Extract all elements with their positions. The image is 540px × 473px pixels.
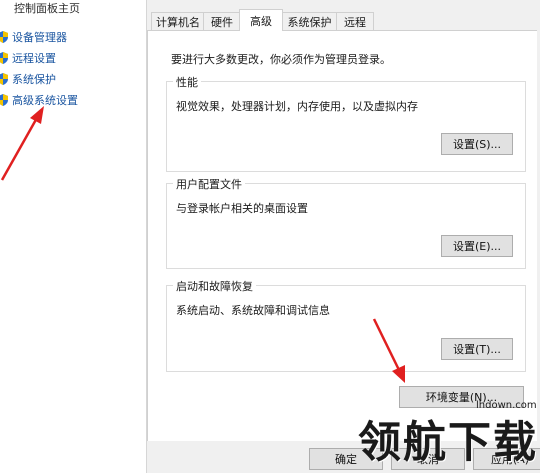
- shield-icon: [0, 31, 8, 43]
- tab-advanced[interactable]: 高级: [239, 9, 283, 31]
- sidebar-item-label: 系统保护: [12, 73, 56, 86]
- tab-remote[interactable]: 远程: [336, 12, 374, 31]
- sidebar-item-label: 高级系统设置: [12, 94, 78, 107]
- user-profiles-group: 用户配置文件 与登录帐户相关的桌面设置 设置(E)...: [166, 176, 526, 269]
- group-description: 系统启动、系统故障和调试信息: [176, 304, 330, 317]
- advanced-tab-page: 要进行大多数更改，你必须作为管理员登录。 性能 视觉效果，处理器计划，内存使用，…: [147, 30, 537, 442]
- sidebar-item-device-manager[interactable]: 设备管理器: [0, 29, 67, 45]
- startup-recovery-settings-button[interactable]: 设置(T)...: [441, 338, 513, 360]
- sidebar-item-label: 设备管理器: [12, 31, 67, 44]
- control-panel-home-link[interactable]: 控制面板主页: [14, 0, 80, 16]
- watermark-logo: 领航下载: [358, 418, 538, 468]
- sidebar-item-advanced-system-settings[interactable]: 高级系统设置: [0, 92, 78, 108]
- group-description: 与登录帐户相关的桌面设置: [176, 202, 308, 215]
- performance-group: 性能 视觉效果，处理器计划，内存使用，以及虚拟内存 设置(S)...: [166, 74, 526, 172]
- shield-icon: [0, 94, 8, 106]
- performance-settings-button[interactable]: 设置(S)...: [441, 133, 513, 155]
- group-description: 视觉效果，处理器计划，内存使用，以及虚拟内存: [176, 100, 418, 113]
- sidebar-item-remote-settings[interactable]: 远程设置: [0, 50, 56, 66]
- tab-strip: 计算机名 硬件 高级 系统保护 远程: [147, 0, 540, 31]
- watermark: lhdown.com 领航下载: [358, 400, 538, 472]
- sidebar-item-system-protection[interactable]: 系统保护: [0, 71, 56, 87]
- group-title: 启动和故障恢复: [173, 278, 256, 294]
- user-profiles-settings-button[interactable]: 设置(E)...: [441, 235, 513, 257]
- shield-icon: [0, 52, 8, 64]
- startup-recovery-group: 启动和故障恢复 系统启动、系统故障和调试信息 设置(T)...: [166, 278, 526, 372]
- control-panel-sidebar: 控制面板主页 设备管理器 远程设置 系统保护 高级系统设置: [0, 0, 146, 473]
- group-title: 用户配置文件: [173, 176, 245, 192]
- tab-hardware[interactable]: 硬件: [203, 12, 241, 31]
- tab-computer-name[interactable]: 计算机名: [151, 12, 205, 31]
- admin-note: 要进行大多数更改，你必须作为管理员登录。: [171, 53, 391, 66]
- sidebar-item-label: 远程设置: [12, 52, 56, 65]
- tab-system-protection[interactable]: 系统保护: [281, 12, 338, 31]
- shield-icon: [0, 73, 8, 85]
- group-title: 性能: [173, 74, 201, 90]
